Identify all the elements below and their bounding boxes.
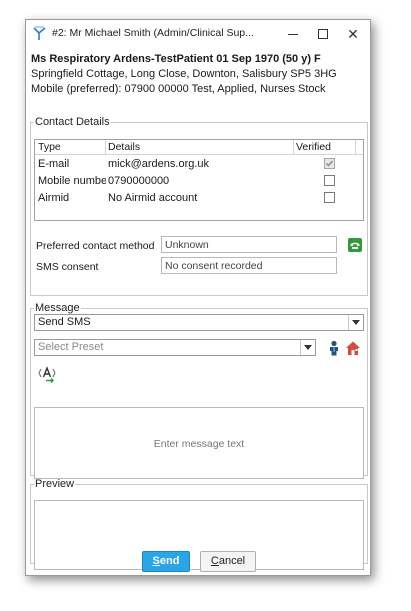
- preview-area: [34, 500, 364, 570]
- message-type-value: Send SMS: [38, 316, 91, 328]
- row-type: E-mail: [38, 158, 70, 170]
- sms-consent-field[interactable]: No consent recorded: [161, 257, 337, 274]
- message-type-select[interactable]: Send SMS: [34, 314, 364, 331]
- message-textarea[interactable]: Enter message text: [34, 407, 364, 479]
- grid-header: Type Details Verified: [35, 140, 363, 155]
- table-row[interactable]: Airmid No Airmid account: [35, 190, 363, 207]
- preferred-contact-field[interactable]: Unknown: [161, 236, 337, 253]
- minimize-icon: [288, 34, 298, 35]
- preferred-contact-label: Preferred contact method: [36, 240, 155, 252]
- patient-banner: Ms Respiratory Ardens-TestPatient 01 Sep…: [31, 52, 367, 97]
- window-title: #2: Mr Michael Smith (Admin/Clinical Sup…: [52, 27, 254, 39]
- verified-checkbox[interactable]: [324, 192, 335, 203]
- maximize-button[interactable]: [308, 20, 338, 48]
- column-details[interactable]: Details: [108, 141, 140, 155]
- table-row[interactable]: E-mail mick@ardens.org.uk: [35, 156, 363, 173]
- phone-icon[interactable]: [348, 238, 362, 252]
- row-details: mick@ardens.org.uk: [108, 158, 210, 170]
- preview-legend: Preview: [35, 478, 75, 490]
- column-type[interactable]: Type: [38, 141, 61, 155]
- home-icon[interactable]: [345, 340, 361, 356]
- minimize-button[interactable]: [278, 20, 308, 48]
- patient-name: Ms Respiratory Ardens-TestPatient 01 Sep…: [31, 53, 321, 65]
- checkmark-icon: [325, 160, 334, 167]
- patient-mobile: Mobile (preferred): 07900 00000 Test, Ap…: [31, 83, 326, 95]
- person-icon[interactable]: [326, 340, 342, 356]
- verified-checkbox[interactable]: [324, 158, 335, 169]
- column-divider[interactable]: [355, 140, 356, 155]
- table-row[interactable]: Mobile numbe 0790000000: [35, 173, 363, 190]
- title-bar[interactable]: #2: Mr Michael Smith (Admin/Clinical Sup…: [26, 20, 370, 48]
- contact-details-group: Contact Details Type Details Verified E-…: [30, 116, 368, 296]
- preset-select[interactable]: Select Preset: [34, 339, 316, 356]
- chevron-down-icon: [352, 320, 360, 325]
- message-legend: Message: [35, 302, 80, 314]
- send-message-dialog: #2: Mr Michael Smith (Admin/Clinical Sup…: [25, 19, 371, 576]
- column-divider[interactable]: [105, 140, 106, 155]
- send-label: end: [159, 555, 180, 567]
- verified-checkbox[interactable]: [324, 175, 335, 186]
- text-format-icon[interactable]: [37, 365, 57, 383]
- cancel-button[interactable]: Cancel: [200, 551, 256, 572]
- sms-consent-label: SMS consent: [36, 261, 99, 273]
- preset-placeholder: Select Preset: [38, 341, 104, 353]
- column-verified[interactable]: Verified: [296, 141, 331, 155]
- patient-address: Springfield Cottage, Long Close, Downton…: [31, 68, 337, 80]
- cancel-label: ancel: [218, 555, 246, 567]
- message-group: Message Send SMS Select Preset Enter mes…: [30, 302, 368, 479]
- chevron-down-icon: [304, 345, 312, 350]
- column-divider[interactable]: [293, 140, 294, 155]
- preview-group: Preview: [30, 478, 368, 570]
- row-details: No Airmid account: [108, 192, 198, 204]
- dropdown-button[interactable]: [348, 315, 363, 330]
- close-icon: ✕: [347, 26, 359, 42]
- maximize-icon: [318, 29, 328, 39]
- cancel-accelerator: C: [210, 555, 219, 567]
- contact-grid[interactable]: Type Details Verified E-mail mick@ardens…: [34, 139, 364, 221]
- send-button[interactable]: Send: [142, 551, 190, 572]
- contact-details-legend: Contact Details: [35, 116, 110, 128]
- close-button[interactable]: ✕: [338, 20, 368, 48]
- message-placeholder: Enter message text: [153, 438, 245, 450]
- dropdown-button[interactable]: [300, 340, 315, 355]
- app-logo-icon: [33, 26, 46, 40]
- row-details: 0790000000: [108, 175, 170, 187]
- row-type: Mobile numbe: [38, 175, 106, 187]
- row-type: Airmid: [38, 192, 70, 204]
- send-accelerator: S: [152, 555, 160, 567]
